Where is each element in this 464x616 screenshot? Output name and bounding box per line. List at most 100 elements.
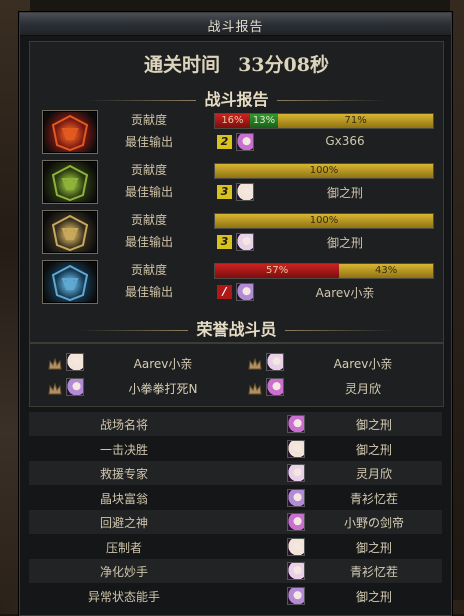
- background-right: [450, 0, 464, 614]
- award-player: 御之刑: [355, 442, 392, 457]
- honor-member-name: 灵月欣: [344, 382, 381, 396]
- award-title: 净化妙手: [99, 565, 148, 579]
- player-avatar: [287, 537, 305, 556]
- player-avatar: [236, 183, 254, 201]
- best-output-label: 最佳输出: [124, 235, 173, 249]
- best-output: / Aarev小亲: [214, 283, 432, 301]
- contribution-bar: 57% 43%: [214, 263, 434, 279]
- best-output: 2 Gx366: [214, 133, 432, 151]
- class-portrait: [42, 210, 98, 254]
- honor-member[interactable]: 灵月欣: [248, 377, 438, 399]
- contribution-label: 贡献度: [130, 263, 167, 277]
- award-player: 青衫忆茬: [349, 565, 398, 579]
- honor-member-name: 小拳拳打死N: [128, 382, 198, 396]
- contribution-segment: 43%: [339, 264, 433, 278]
- award-row: 救援专家 灵月欣: [29, 461, 442, 485]
- contribution-label: 贡献度: [130, 113, 167, 127]
- class-portrait: [42, 260, 98, 304]
- contribution-row: 贡献度最佳输出 16% 13% 71% 2 Gx366: [42, 110, 434, 154]
- crown-icon: [48, 355, 62, 370]
- player-avatar: [287, 415, 305, 433]
- helmet-icon: [51, 114, 89, 152]
- best-output-label: 最佳输出: [124, 185, 173, 199]
- player-avatar: [66, 378, 84, 396]
- helmet-icon: [51, 214, 89, 252]
- contribution-bar: 100%: [214, 213, 434, 229]
- player-avatar: [287, 513, 305, 531]
- honor-member[interactable]: Aarev小亲: [48, 352, 238, 374]
- best-output-label: 最佳输出: [124, 285, 173, 299]
- award-title: 回避之神: [99, 516, 148, 530]
- rank-badge: /: [217, 285, 232, 299]
- best-output: 3 御之刑: [214, 233, 432, 251]
- award-player: 御之刑: [355, 418, 392, 432]
- award-row: 压制者 御之刑: [29, 535, 442, 559]
- best-output-label: 最佳输出: [124, 135, 173, 149]
- contribution-segment: 57%: [215, 264, 340, 278]
- player-avatar: [287, 439, 305, 458]
- honor-member[interactable]: Aarev小亲: [248, 352, 438, 374]
- awards-list: 战场名将 御之刑 一击决胜 御之刑 救援专家 灵月欣 晶块富翁 青衫忆茬 回避之神 小野の剑帝 压制…: [29, 406, 442, 614]
- player-avatar: [287, 586, 305, 605]
- best-output-name: 御之刑: [326, 236, 363, 250]
- clear-time-label: 通关时间: [144, 54, 221, 76]
- honor-member[interactable]: 小拳拳打死N: [48, 377, 238, 399]
- player-avatar: [266, 353, 284, 371]
- crown-icon: [248, 355, 262, 370]
- title-bar[interactable]: 战斗报告: [20, 13, 451, 36]
- award-title: 晶块富翁: [99, 491, 148, 506]
- player-avatar: [287, 488, 305, 507]
- honor-panel: 荣誉战斗员 Aarev小亲 Aarev小亲 小拳拳打死N 灵月欣: [29, 320, 444, 407]
- player-avatar: [287, 562, 305, 580]
- award-row: 战场名将 御之刑: [29, 412, 442, 436]
- award-row: 异常状态能手 御之刑: [29, 584, 442, 608]
- battle-report-window: 战斗报告 通关时间 33分08秒 战斗报告 贡献度 最佳输出 16% 13% 71% 2 Gx…: [19, 12, 452, 616]
- award-row: 晶块富翁 青衫忆茬: [29, 486, 442, 510]
- class-portrait: [42, 160, 98, 204]
- report-panel: 通关时间 33分08秒 战斗报告 贡献度 最佳输出 16% 13% 71% 2 Gx366 贡献…: [29, 41, 444, 343]
- player-avatar: [287, 464, 305, 482]
- rank-badge: 2: [217, 135, 232, 149]
- contribution-bar: 100%: [214, 163, 434, 179]
- award-player: 御之刑: [355, 589, 392, 604]
- honor-heading: 荣誉战斗员: [30, 316, 443, 340]
- award-player: 御之刑: [355, 540, 392, 555]
- award-title: 压制者: [105, 540, 142, 555]
- award-title: 救援专家: [99, 467, 148, 481]
- crown-icon: [48, 380, 62, 395]
- contribution-row: 贡献度最佳输出 100% 3 御之刑: [42, 160, 434, 204]
- best-output: 3 御之刑: [214, 183, 432, 201]
- contribution-row: 贡献度最佳输出 57% 43% / Aarev小亲: [42, 260, 434, 304]
- contribution-bar: 16% 13% 71%: [214, 113, 434, 129]
- crown-icon: [248, 380, 262, 395]
- contribution-segment: 16%: [215, 114, 250, 128]
- award-player: 青衫忆茬: [349, 491, 398, 506]
- award-row: 回避之神 小野の剑帝: [29, 510, 442, 534]
- player-avatar: [236, 233, 254, 251]
- award-row: 净化妙手 青衫忆茬: [29, 559, 442, 583]
- contribution-segment: 13%: [249, 114, 279, 128]
- best-output-name: Aarev小亲: [315, 286, 375, 300]
- player-avatar: [236, 283, 254, 301]
- award-title: 异常状态能手: [87, 589, 160, 604]
- player-avatar: [66, 353, 84, 371]
- player-avatar: [266, 378, 284, 396]
- contribution-label: 贡献度: [130, 163, 167, 177]
- award-player: 小野の剑帝: [343, 516, 404, 530]
- window-title: 战斗报告: [207, 20, 264, 35]
- award-player: 灵月欣: [355, 467, 392, 481]
- battle-report-heading: 战斗报告: [30, 86, 443, 110]
- award-row: 一击决胜 御之刑: [29, 437, 442, 461]
- rank-badge: 3: [217, 235, 232, 249]
- helmet-icon: [51, 264, 89, 302]
- clear-time-value: 33分08秒: [238, 54, 329, 76]
- honor-member-name: Aarev小亲: [133, 357, 193, 371]
- award-title: 战场名将: [99, 418, 148, 432]
- contribution-segment: 100%: [215, 164, 433, 178]
- player-avatar: [236, 133, 254, 151]
- battle-report-heading-text: 战斗报告: [204, 90, 269, 109]
- contribution-segment: 100%: [215, 214, 433, 228]
- class-portrait: [42, 110, 98, 154]
- honor-heading-text: 荣誉战斗员: [196, 320, 277, 339]
- contribution-label: 贡献度: [130, 213, 167, 227]
